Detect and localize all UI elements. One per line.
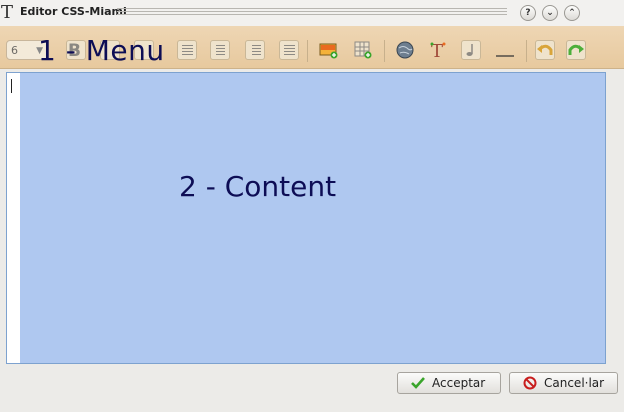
align-justify-button[interactable] <box>279 40 299 60</box>
insert-image-icon <box>319 43 338 59</box>
music-note-icon <box>466 44 473 56</box>
align-left-button[interactable] <box>177 40 197 60</box>
accept-button-label: Acceptar <box>432 376 486 390</box>
special-char-button[interactable] <box>461 40 481 60</box>
cancel-icon <box>523 376 537 390</box>
align-right-button[interactable] <box>245 40 265 60</box>
align-justify-icon <box>284 45 295 56</box>
toolbar-separator <box>526 40 527 62</box>
editor-frame: 2 - Content <box>6 72 606 364</box>
title-bar: T Editor CSS-Miami ? ⌄ ⌃ <box>0 0 624 27</box>
globe-link-icon <box>396 41 414 59</box>
title-bar-grip <box>117 8 507 17</box>
content-region-label: 2 - Content <box>179 170 337 203</box>
check-icon <box>411 377 425 389</box>
horizontal-rule-icon <box>496 55 514 57</box>
undo-icon <box>537 44 553 55</box>
text-caret <box>11 79 12 93</box>
insert-table-icon <box>354 41 372 59</box>
text-style-button[interactable]: T <box>428 40 448 62</box>
link-button[interactable] <box>395 40 415 60</box>
window-title: Editor CSS-Miami <box>20 5 127 18</box>
text-style-icon: T <box>430 41 446 62</box>
cancel-button-label: Cancel·lar <box>544 376 605 390</box>
horizontal-rule-button[interactable] <box>495 40 515 60</box>
help-button[interactable]: ? <box>520 5 536 21</box>
toolbar-separator <box>384 40 385 62</box>
redo-icon <box>568 44 584 55</box>
maximize-button[interactable]: ⌃ <box>564 5 580 21</box>
cancel-button[interactable]: Cancel·lar <box>509 372 618 394</box>
undo-button[interactable] <box>535 40 555 60</box>
align-center-button[interactable] <box>210 40 230 60</box>
insert-image-button[interactable] <box>319 40 339 60</box>
redo-button[interactable] <box>566 40 586 60</box>
font-size-value: 6 <box>11 44 18 57</box>
menu-region-label: 1 - Menu <box>38 34 165 67</box>
accept-button[interactable]: Acceptar <box>397 372 501 394</box>
align-left-icon <box>182 45 193 56</box>
editor-content-area[interactable]: 2 - Content <box>20 73 605 363</box>
align-center-icon <box>216 45 225 56</box>
insert-table-button[interactable] <box>353 40 373 60</box>
toolbar-separator <box>307 40 308 62</box>
app-text-icon: T <box>0 2 13 23</box>
minimize-button[interactable]: ⌄ <box>542 5 558 21</box>
align-right-icon <box>252 45 261 56</box>
